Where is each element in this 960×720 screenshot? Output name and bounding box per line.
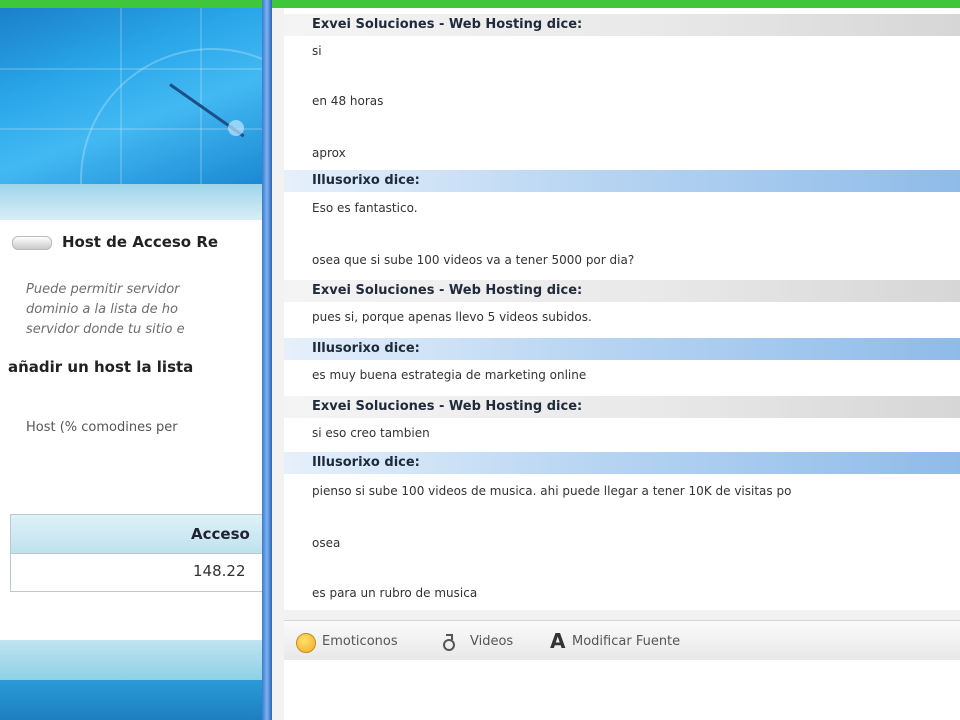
sender-name: Exvei Soluciones - Web Hosting dice: xyxy=(312,17,583,32)
messenger-window: Exvei Soluciones - Web Hosting dice: si … xyxy=(272,0,960,720)
message-text: pienso si sube 100 videos de musica. ahi… xyxy=(312,484,792,498)
message-text: es para un rubro de musica xyxy=(312,586,478,600)
message-sender: Exvei Soluciones - Web Hosting dice: xyxy=(284,280,960,302)
description-line: dominio a la lista de ho xyxy=(26,302,178,317)
description-line: servidor donde tu sitio e xyxy=(26,322,185,337)
footer-band xyxy=(0,640,268,680)
add-host-heading: añadir un host la lista xyxy=(8,358,194,376)
window-border xyxy=(262,0,272,720)
message-sender: Illusorixo dice: xyxy=(284,170,960,192)
video-button[interactable]: Videos xyxy=(440,631,540,653)
banner-shadow xyxy=(0,184,268,220)
window-accent-bar xyxy=(0,0,268,8)
window-accent-bar xyxy=(272,0,960,8)
message-text: aprox xyxy=(312,146,346,160)
message-text: si eso creo tambien xyxy=(312,426,430,440)
sender-name: Illusorixo dice: xyxy=(312,341,420,356)
message-sender: Exvei Soluciones - Web Hosting dice: xyxy=(284,396,960,418)
host-access-icon xyxy=(12,236,52,250)
taskbar-band xyxy=(0,680,268,720)
table-cell-host: 148.22 xyxy=(193,562,246,580)
emoticons-button[interactable]: Emoticonos xyxy=(296,631,416,653)
host-title-row: Host de Acceso Re xyxy=(0,228,268,258)
font-icon: A xyxy=(550,629,566,653)
remote-host-window: Host de Acceso Re Puede permitir servido… xyxy=(0,0,268,720)
page-title: Host de Acceso Re xyxy=(62,233,219,251)
message-text: Eso es fantastico. xyxy=(312,201,418,215)
description-line: Puede permitir servidor xyxy=(26,282,180,297)
message-sender: Illusorixo dice: xyxy=(284,338,960,360)
message-text: osea que si sube 100 videos va a tener 5… xyxy=(312,253,635,267)
emoticon-icon xyxy=(296,633,316,653)
sender-name: Exvei Soluciones - Web Hosting dice: xyxy=(312,399,583,414)
host-description: Puede permitir servidor dominio a la lis… xyxy=(26,280,266,340)
table-header: Acceso xyxy=(11,515,268,554)
message-text: es muy buena estrategia de marketing onl… xyxy=(312,368,587,382)
sender-name: Illusorixo dice: xyxy=(312,173,420,188)
chat-toolbar: Emoticonos Videos A Modificar Fuente xyxy=(284,620,960,661)
video-label: Videos xyxy=(470,634,514,649)
message-text: pues si, porque apenas llevo 5 videos su… xyxy=(312,310,592,324)
message-text: osea xyxy=(312,536,341,550)
message-sender: Illusorixo dice: xyxy=(284,452,960,474)
screen: Host de Acceso Re Puede permitir servido… xyxy=(0,0,960,720)
font-button[interactable]: A Modificar Fuente xyxy=(550,629,740,653)
message-text: en 48 horas xyxy=(312,94,384,108)
access-hosts-table: Acceso 148.22 xyxy=(10,514,268,592)
sender-name: Illusorixo dice: xyxy=(312,455,420,470)
table-row[interactable]: 148.22 xyxy=(11,554,268,590)
header-banner xyxy=(0,8,268,184)
message-sender: Exvei Soluciones - Web Hosting dice: xyxy=(284,14,960,36)
video-icon xyxy=(440,631,462,653)
sender-name: Exvei Soluciones - Web Hosting dice: xyxy=(312,283,583,298)
host-field-label: Host (% comodines per xyxy=(26,420,178,435)
message-text: si xyxy=(312,44,322,58)
emoticons-label: Emoticonos xyxy=(322,634,398,649)
font-label: Modificar Fuente xyxy=(572,634,681,649)
column-header-access: Acceso xyxy=(191,525,250,543)
conversation-history[interactable]: Exvei Soluciones - Web Hosting dice: si … xyxy=(284,8,960,610)
message-input[interactable] xyxy=(284,660,960,720)
